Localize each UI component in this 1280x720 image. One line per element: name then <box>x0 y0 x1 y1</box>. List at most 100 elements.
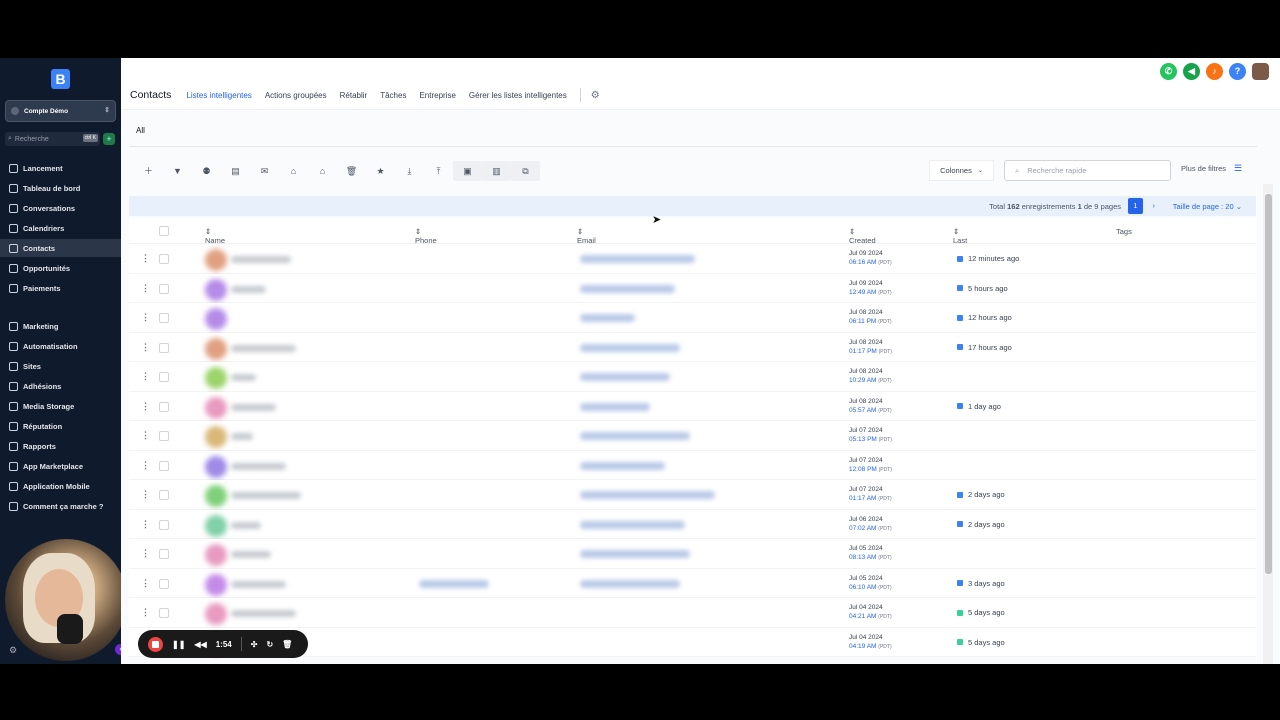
sidebar-item[interactable]: Lancement <box>0 159 121 177</box>
row-menu-icon[interactable]: ⋮ <box>141 371 150 382</box>
scrollbar[interactable] <box>1263 184 1273 664</box>
row-checkbox[interactable] <box>159 401 169 412</box>
sidebar-item[interactable]: Media Storage <box>0 397 121 415</box>
add-contact-icon[interactable]: ＋ <box>134 161 163 181</box>
trash-icon[interactable]: 🗑 <box>282 640 292 649</box>
row-checkbox[interactable] <box>159 578 169 589</box>
row-checkbox[interactable] <box>159 608 169 618</box>
tab-item[interactable]: Actions groupées <box>265 91 327 100</box>
row-menu-icon[interactable]: ⋮ <box>141 283 150 294</box>
sidebar-item[interactable]: Réputation <box>0 417 121 435</box>
row-checkbox[interactable] <box>159 372 169 382</box>
grid-icon[interactable]: ✣ <box>251 640 258 649</box>
sidebar-item[interactable]: Paiements <box>0 279 121 297</box>
tag-add-icon[interactable]: ⌂ <box>279 161 308 181</box>
quick-search-input[interactable]: ⌕ Recherche rapide <box>1004 160 1171 181</box>
email-icon[interactable]: ✉ <box>250 161 279 181</box>
sms-icon[interactable]: ▤ <box>221 161 250 181</box>
table-row[interactable]: ⋮ Jul 08 2024 01:17 PM (PDT) 17 hours ago <box>129 332 1256 362</box>
table-row[interactable]: ⋮ Jul 04 2024 04:21 AM (PDT) 5 days ago <box>129 598 1256 628</box>
table-row[interactable]: ⋮ Jul 07 2024 12:08 PM (PDT) <box>129 450 1256 480</box>
row-menu-icon[interactable]: ⋮ <box>141 607 150 618</box>
company-icon[interactable]: ▥ <box>482 161 511 181</box>
table-row[interactable]: ⋮ Jul 05 2024 08:13 AM (PDT) <box>129 539 1256 569</box>
merge-icon[interactable]: ⧉ <box>511 161 540 181</box>
sidebar-item[interactable]: Adhésions <box>0 377 121 395</box>
tab-item[interactable]: Entreprise <box>419 91 455 100</box>
select-all-checkbox[interactable] <box>159 226 169 236</box>
row-checkbox[interactable] <box>159 490 169 500</box>
col-last-activity[interactable]: Last Activity ⇕ <box>953 227 977 254</box>
sidebar-item[interactable]: Application Mobile <box>0 477 121 495</box>
star-icon[interactable]: ★ <box>366 161 395 181</box>
table-row[interactable]: ⋮ Jul 08 2024 06:11 PM (PDT) 12 hours ago <box>129 303 1256 333</box>
pause-icon[interactable]: ❚❚ <box>172 640 185 649</box>
col-phone[interactable]: Phone ⇕ <box>415 227 437 245</box>
user-avatar[interactable] <box>1252 63 1269 80</box>
row-checkbox[interactable] <box>159 254 169 264</box>
rewind-icon[interactable]: ◀◀ <box>194 640 206 649</box>
workflow-icon[interactable]: ⚉ <box>192 161 221 181</box>
row-menu-icon[interactable]: ⋮ <box>141 578 150 589</box>
sidebar-item[interactable]: Rapports <box>0 437 121 455</box>
row-menu-icon[interactable]: ⋮ <box>141 342 150 353</box>
import-icon[interactable]: ⤓ <box>395 161 424 181</box>
settings-icon[interactable]: ⚙ <box>9 645 17 656</box>
row-menu-icon[interactable]: ⋮ <box>141 401 150 412</box>
row-menu-icon[interactable]: ⋮ <box>141 519 150 530</box>
sidebar-item[interactable]: Conversations <box>0 199 121 217</box>
next-page-icon[interactable]: › <box>1153 201 1156 210</box>
sidebar-item[interactable]: Automatisation <box>0 337 121 355</box>
row-menu-icon[interactable]: ⋮ <box>141 430 150 441</box>
table-row[interactable]: ⋮ Jul 08 2024 10:29 AM (PDT) <box>129 362 1256 392</box>
phone-icon[interactable]: ✆ <box>1160 63 1177 80</box>
tab-item[interactable]: Tâches <box>380 91 406 100</box>
row-checkbox[interactable] <box>159 549 169 559</box>
row-checkbox[interactable] <box>159 313 169 323</box>
row-menu-icon[interactable]: ⋮ <box>141 489 150 500</box>
sidebar-search[interactable]: ⌕ Recherche ctrl K <box>5 132 100 146</box>
lock-icon[interactable]: ▣ <box>453 161 482 181</box>
stop-recording-button[interactable] <box>148 636 163 652</box>
tab-item[interactable]: Rétablir <box>340 91 368 100</box>
filter-icon[interactable]: ▼ <box>163 161 192 181</box>
megaphone-icon[interactable]: ◀ <box>1183 63 1200 80</box>
restart-icon[interactable]: ↻ <box>266 640 273 649</box>
row-checkbox[interactable] <box>159 283 169 294</box>
sidebar-item[interactable]: Calendriers <box>0 219 121 237</box>
col-name[interactable]: Name ⇕ <box>205 227 225 245</box>
row-checkbox[interactable] <box>159 519 169 530</box>
sidebar-item[interactable]: Marketing <box>0 317 121 335</box>
sidebar-item[interactable]: Contacts <box>0 239 121 257</box>
more-filters-button[interactable]: Plus de filtres ☰ <box>1181 163 1242 174</box>
columns-button[interactable]: Colonnes ⌄ <box>929 160 994 181</box>
page-size-select[interactable]: Taille de page : 20 ⌄ <box>1173 202 1242 211</box>
quick-add-button[interactable]: + <box>103 133 115 145</box>
sidebar-item[interactable]: Sites <box>0 357 121 375</box>
bell-icon[interactable]: ♪ <box>1206 63 1223 80</box>
page-1-button[interactable]: 1 <box>1128 198 1143 214</box>
col-email[interactable]: Email ⇕ <box>577 227 596 245</box>
sidebar-item[interactable]: Opportunités <box>0 259 121 277</box>
sidebar-item[interactable]: Tableau de bord <box>0 179 121 197</box>
col-created[interactable]: Created ⇕ <box>849 227 876 245</box>
table-row[interactable]: ⋮ Jul 05 2024 06:10 AM (PDT) 3 days ago <box>129 568 1256 598</box>
table-row[interactable]: ⋮ Jul 07 2024 01:17 AM (PDT) 2 days ago <box>129 480 1256 510</box>
export-icon[interactable]: ⤒ <box>424 161 453 181</box>
table-row[interactable]: ⋮ Jul 07 2024 05:13 PM (PDT) <box>129 421 1256 451</box>
tab-all[interactable]: All <box>136 126 145 135</box>
row-menu-icon[interactable]: ⋮ <box>141 312 150 323</box>
row-menu-icon[interactable]: ⋮ <box>141 548 150 559</box>
tag-remove-icon[interactable]: ⌂ <box>308 161 337 181</box>
sidebar-item[interactable]: App Marketplace <box>0 457 121 475</box>
table-row[interactable]: ⋮ Jul 09 2024 12:49 AM (PDT) 5 hours ago <box>129 273 1256 303</box>
settings-gear-icon[interactable]: ⚙ <box>591 90 600 101</box>
row-checkbox[interactable] <box>159 431 169 441</box>
delete-icon[interactable]: 🗑 <box>337 161 366 181</box>
tab-item[interactable]: Gérer les listes intelligentes <box>469 91 567 100</box>
tab-item[interactable]: Listes intelligentes <box>186 91 251 100</box>
account-switcher[interactable]: Compte Démo ⇕ <box>5 100 116 122</box>
row-menu-icon[interactable]: ⋮ <box>141 460 150 471</box>
table-row[interactable]: ⋮ Jul 09 2024 06:16 AM (PDT) 12 minutes ago <box>129 244 1256 274</box>
help-icon[interactable]: ? <box>1229 63 1246 80</box>
